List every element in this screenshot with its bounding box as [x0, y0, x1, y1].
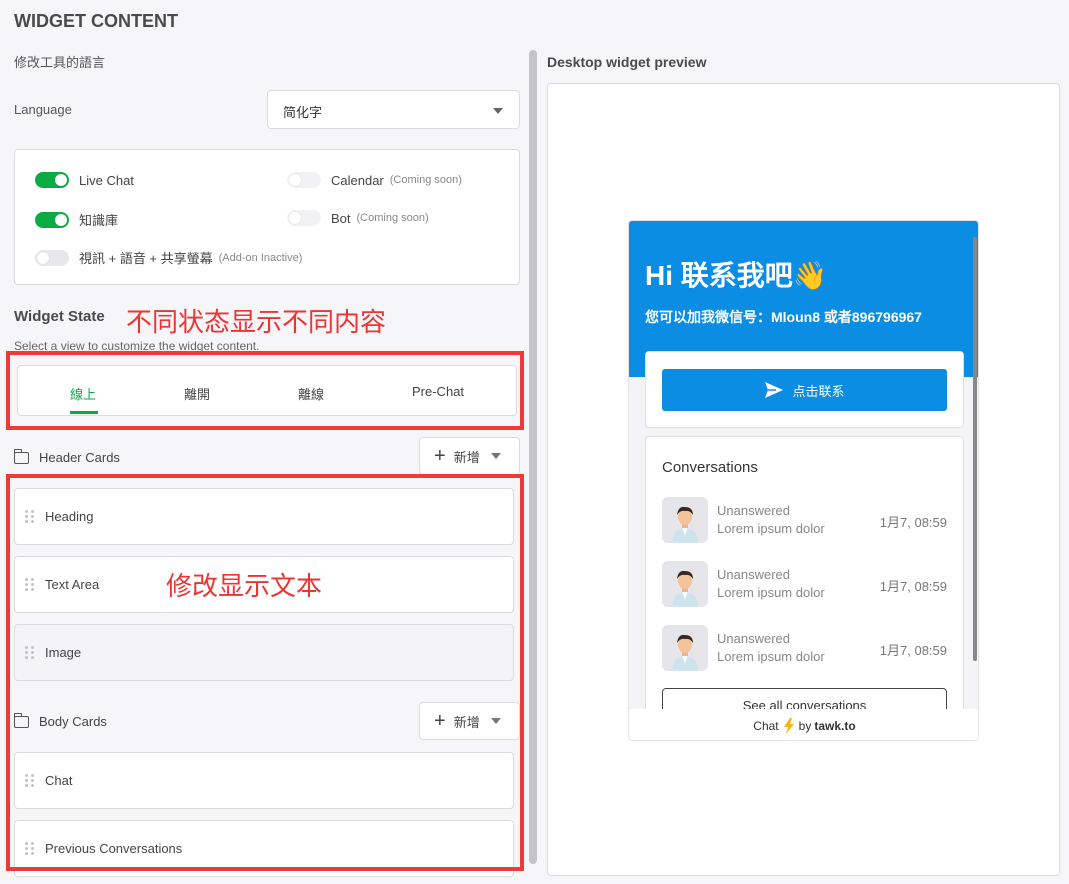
- cards-annotation: 修改显示文本: [166, 571, 323, 601]
- widget-text-area: 您可以加我微信号：Mloun8 或者896796967: [645, 309, 922, 325]
- conversation-time: 1月7, 08:59: [879, 643, 947, 658]
- conversations-title: Conversations: [662, 459, 758, 476]
- footer-brand[interactable]: tawk.to: [814, 719, 855, 733]
- add-header-card-button[interactable]: + 新增: [419, 437, 520, 475]
- video-voice-toggle[interactable]: [35, 249, 69, 266]
- plus-icon: +: [434, 445, 446, 467]
- bot-toggle[interactable]: [287, 210, 321, 226]
- live-chat-toggle[interactable]: [35, 172, 69, 188]
- chevron-down-icon: [493, 108, 503, 114]
- chat-button-label: 点击联系: [792, 383, 845, 399]
- feature-calendar: Calendar (Coming soon): [287, 172, 462, 188]
- footer-by-label: by: [798, 718, 812, 733]
- avatar: [662, 561, 708, 607]
- avatar: [662, 625, 708, 671]
- widget-chat-button[interactable]: 点击联系: [662, 369, 947, 411]
- left-panel-scrollbar[interactable]: [529, 50, 537, 864]
- lightning-icon: [783, 717, 794, 734]
- preview-title: Desktop widget preview: [547, 54, 707, 70]
- language-section-title: 修改工具的語言: [14, 55, 106, 70]
- feature-note: (Coming soon): [356, 212, 429, 224]
- conversation-status: Unanswered: [717, 567, 790, 582]
- conversation-message: Lorem ipsum dolor: [717, 521, 825, 536]
- feature-label: 視訊 + 語音 + 共享螢幕: [79, 251, 213, 266]
- conversation-status: Unanswered: [717, 503, 790, 518]
- widget-chat-card: 点击联系: [645, 351, 964, 428]
- widget-heading: Hi 联系我吧👋: [645, 260, 828, 291]
- footer-chat-label: Chat: [753, 718, 779, 733]
- chevron-down-icon: [490, 453, 501, 459]
- feature-label: Bot: [331, 210, 351, 226]
- widget-conversations-card: Conversations Unanswered Lorem ipsum dol…: [645, 436, 964, 726]
- conversation-status: Unanswered: [717, 631, 790, 646]
- header-cards-label: Header Cards: [39, 450, 120, 465]
- knowledge-base-toggle[interactable]: [35, 211, 69, 228]
- language-label: Language: [14, 102, 72, 117]
- feature-label: Calendar: [331, 172, 384, 188]
- conversation-message: Lorem ipsum dolor: [717, 585, 825, 600]
- feature-knowledge-base: 知識庫: [35, 210, 118, 229]
- page-title: WIDGET CONTENT: [14, 11, 178, 31]
- widget-state-annotation: 不同状态显示不同内容: [126, 307, 387, 337]
- folder-icon: [13, 448, 29, 464]
- feature-video-voice-screen: 視訊 + 語音 + 共享螢幕 (Add-on Inactive): [35, 248, 302, 267]
- language-select[interactable]: 简化字: [267, 90, 520, 129]
- chat-widget-preview: Hi 联系我吧👋 您可以加我微信号：Mloun8 或者896796967 点击联…: [628, 220, 979, 741]
- conversation-item[interactable]: Unanswered Lorem ipsum dolor 1月7, 08:59: [662, 625, 947, 671]
- send-icon: [765, 382, 784, 398]
- cards-highlight-box: [6, 474, 524, 871]
- feature-live-chat: Live Chat: [35, 172, 134, 188]
- feature-label: Live Chat: [79, 172, 134, 188]
- add-label: 新增: [453, 449, 480, 465]
- calendar-toggle[interactable]: [287, 172, 321, 188]
- widget-state-label: Widget State: [14, 308, 105, 325]
- feature-note: (Add-on Inactive): [218, 251, 303, 264]
- conversation-time: 1月7, 08:59: [879, 515, 947, 530]
- widget-footer: Chat by tawk.to: [629, 709, 978, 740]
- feature-bot: Bot (Coming soon): [287, 210, 429, 226]
- conversation-item[interactable]: Unanswered Lorem ipsum dolor 1月7, 08:59: [662, 561, 947, 607]
- conversation-time: 1月7, 08:59: [879, 579, 947, 594]
- feature-label: 知識庫: [79, 213, 119, 228]
- conversation-message: Lorem ipsum dolor: [717, 649, 825, 664]
- conversation-item[interactable]: Unanswered Lorem ipsum dolor 1月7, 08:59: [662, 497, 947, 543]
- widget-scrollbar[interactable]: [973, 237, 977, 661]
- features-panel: Live Chat Calendar (Coming soon) 知識庫 Bot…: [14, 149, 520, 285]
- avatar: [662, 497, 708, 543]
- tabs-highlight-box: [6, 351, 524, 430]
- feature-note: (Coming soon): [389, 174, 462, 186]
- header-cards-section: Header Cards: [13, 448, 120, 465]
- language-select-value: 简化字: [283, 105, 323, 120]
